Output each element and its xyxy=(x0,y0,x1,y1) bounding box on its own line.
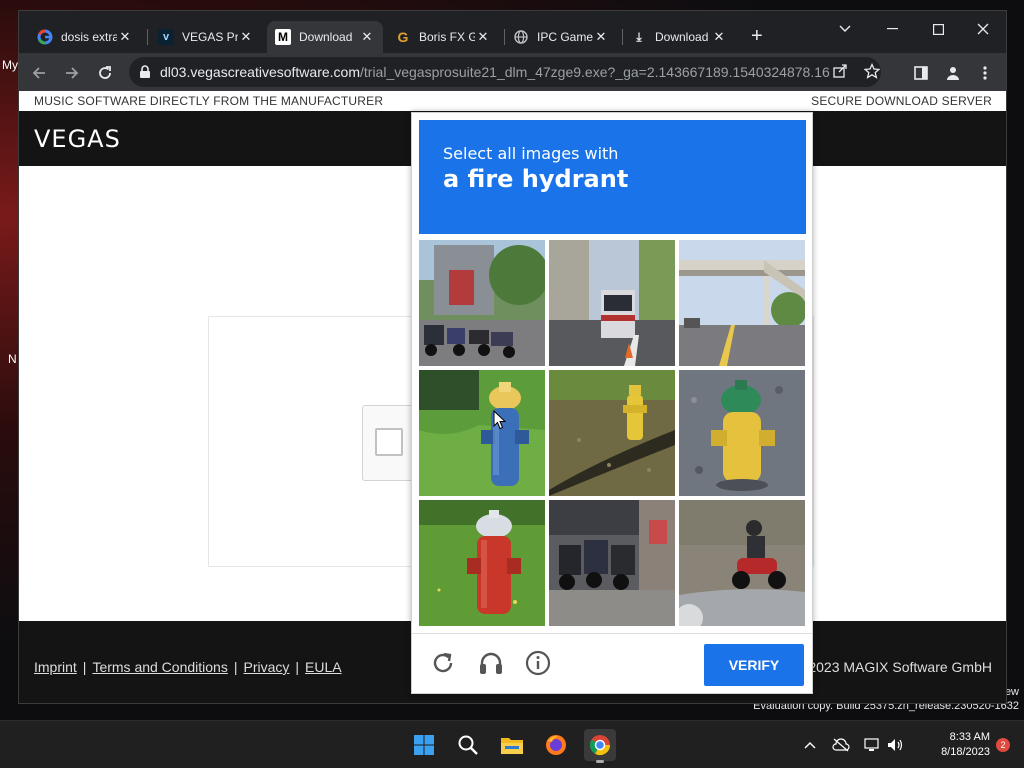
captcha-challenge: Select all images with a fire hydrant VE… xyxy=(411,112,813,694)
vegas-logo[interactable]: VEGAS xyxy=(34,125,121,153)
captcha-tile-bus[interactable] xyxy=(549,240,675,366)
captcha-tile-blue-hydrant[interactable] xyxy=(419,370,545,496)
captcha-tile-yellow-hydrant-dirt[interactable] xyxy=(549,370,675,496)
secure-server-label: SECURE DOWNLOAD SERVER xyxy=(811,94,992,108)
copyright-text: 2023 MAGIX Software GmbH xyxy=(808,659,992,675)
tab-ipc-games[interactable]: IPC Games ✕ xyxy=(505,21,617,53)
reload-challenge-icon[interactable] xyxy=(428,648,458,678)
desktop-text-fragment: N xyxy=(8,352,17,366)
tab-google[interactable]: dosis extra ✕ xyxy=(29,21,141,53)
download-icon: ⤓ xyxy=(636,29,642,44)
google-icon xyxy=(37,29,53,45)
tagline: MUSIC SOFTWARE DIRECTLY FROM THE MANUFAC… xyxy=(34,94,384,108)
lock-icon[interactable] xyxy=(139,65,151,84)
network-icon[interactable] xyxy=(863,735,883,755)
notification-badge[interactable]: 2 xyxy=(996,738,1010,752)
close-icon[interactable]: ✕ xyxy=(359,29,375,45)
clock-date: 8/18/2023 xyxy=(941,746,990,758)
boris-icon: G xyxy=(397,29,409,45)
windows-start-icon[interactable] xyxy=(408,729,440,761)
tab-download[interactable]: ⤓ Download ✕ xyxy=(623,21,735,53)
close-icon[interactable]: ✕ xyxy=(238,29,254,45)
reload-button[interactable] xyxy=(93,61,117,85)
tab-title: IPC Games xyxy=(537,30,593,44)
taskbar: 8:33 AM 8/18/2023 2 xyxy=(0,720,1024,768)
captcha-tile-scooters[interactable] xyxy=(419,240,545,366)
info-icon[interactable] xyxy=(523,648,553,678)
maximize-button[interactable] xyxy=(915,15,961,43)
url-path: /trial_vegasprosuite21_dlm_47zge9.exe?_g… xyxy=(360,64,830,80)
captcha-target: a fire hydrant xyxy=(443,165,629,193)
menu-kebab-icon[interactable] xyxy=(973,61,997,85)
tab-search-chevron-icon[interactable] xyxy=(822,15,868,43)
tab-boris-fx[interactable]: G Boris FX G ✕ xyxy=(387,21,499,53)
recaptcha-checkbox[interactable] xyxy=(375,428,403,456)
back-button[interactable] xyxy=(27,61,51,85)
desktop-text-fragment: ew xyxy=(1004,686,1019,698)
mouse-cursor-icon xyxy=(493,409,507,435)
close-window-button[interactable] xyxy=(960,15,1006,43)
new-tab-button[interactable]: + xyxy=(751,25,763,47)
captcha-instruction: Select all images with xyxy=(443,144,619,163)
tab-title: Download xyxy=(655,30,709,44)
desktop-text-fragment: My xyxy=(2,58,18,72)
close-icon[interactable]: ✕ xyxy=(711,29,727,45)
search-icon[interactable] xyxy=(452,729,484,761)
volume-icon[interactable] xyxy=(885,735,905,755)
captcha-tile-motorcycles[interactable] xyxy=(549,500,675,626)
tab-title: VEGAS Pro xyxy=(182,30,238,44)
browser-toolbar: dl03.vegascreativesoftware.com/trial_veg… xyxy=(19,53,1006,91)
captcha-image-grid xyxy=(419,240,807,628)
captcha-footer: VERIFY xyxy=(412,633,812,695)
address-bar[interactable]: dl03.vegascreativesoftware.com/trial_veg… xyxy=(129,57,881,87)
firefox-icon[interactable] xyxy=(540,729,572,761)
eula-link[interactable]: EULA xyxy=(305,659,342,675)
magix-icon: M xyxy=(275,29,291,45)
forward-button[interactable] xyxy=(60,61,84,85)
tab-strip: dosis extra ✕ v VEGAS Pro ✕ M Download ✕… xyxy=(19,11,1006,53)
url-text[interactable]: dl03.vegascreativesoftware.com/trial_veg… xyxy=(160,64,830,80)
tab-download-active[interactable]: M Download ✕ xyxy=(267,21,383,53)
close-icon[interactable]: ✕ xyxy=(117,29,133,45)
captcha-tile-red-hydrant[interactable] xyxy=(419,500,545,626)
audio-challenge-icon[interactable] xyxy=(476,648,506,678)
tab-title: Boris FX G xyxy=(419,30,475,44)
privacy-link[interactable]: Privacy xyxy=(243,659,289,675)
captcha-tile-rider[interactable] xyxy=(679,500,805,626)
bookmark-star-icon[interactable] xyxy=(863,62,881,82)
share-icon[interactable] xyxy=(832,63,848,82)
clock[interactable]: 8:33 AM 8/18/2023 xyxy=(941,730,990,760)
minimize-button[interactable] xyxy=(869,15,915,43)
terms-link[interactable]: Terms and Conditions xyxy=(92,659,227,675)
imprint-link[interactable]: Imprint xyxy=(34,659,77,675)
top-strip: MUSIC SOFTWARE DIRECTLY FROM THE MANUFAC… xyxy=(19,91,1006,111)
url-host: dl03.vegascreativesoftware.com xyxy=(160,64,360,80)
profile-icon[interactable] xyxy=(941,61,965,85)
file-explorer-icon[interactable] xyxy=(496,729,528,761)
verify-button[interactable]: VERIFY xyxy=(704,644,804,686)
chevron-up-icon[interactable] xyxy=(800,735,820,755)
captcha-tile-bridge[interactable] xyxy=(679,240,805,366)
side-panel-icon[interactable] xyxy=(909,61,933,85)
vegas-icon: v xyxy=(158,29,174,45)
tab-title: Download xyxy=(299,30,353,44)
chrome-icon[interactable] xyxy=(584,729,616,763)
footer-links: Imprint | Terms and Conditions | Privacy | EUL… xyxy=(34,659,342,675)
cloud-off-icon[interactable] xyxy=(831,735,851,755)
close-icon[interactable]: ✕ xyxy=(593,29,609,45)
close-icon[interactable]: ✕ xyxy=(475,29,491,45)
tab-title: dosis extra xyxy=(61,30,117,44)
clock-time: 8:33 AM xyxy=(949,731,990,743)
captcha-header: Select all images with a fire hydrant xyxy=(419,120,806,234)
captcha-tile-yellow-green-hydrant[interactable] xyxy=(679,370,805,496)
globe-icon xyxy=(513,29,529,45)
tab-vegas-pro[interactable]: v VEGAS Pro ✕ xyxy=(150,21,262,53)
